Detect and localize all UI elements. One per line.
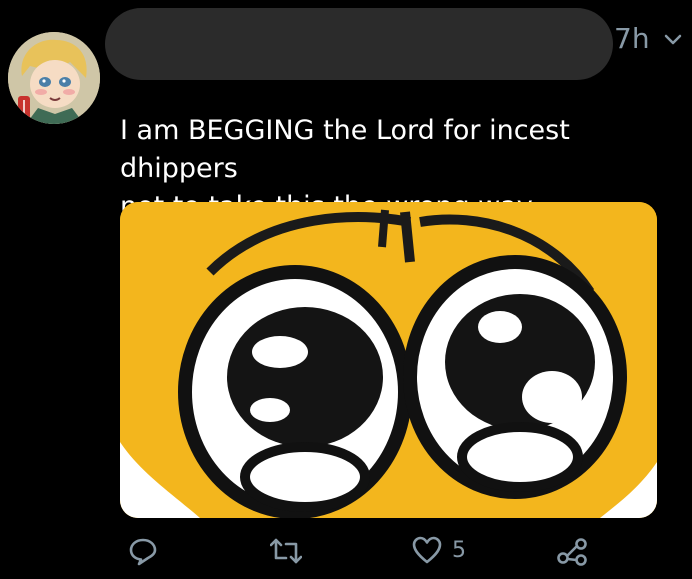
like-button[interactable]: 5 [412,536,466,564]
chevron-down-icon[interactable] [664,34,682,46]
share-icon [557,538,587,566]
heart-icon [412,536,442,564]
tweet-media-image[interactable] [120,202,657,518]
retweet-icon [270,538,302,564]
reply-button[interactable] [128,536,158,566]
crying-eyes-illustration [120,202,657,518]
like-count: 5 [452,537,466,563]
redacted-username [105,8,613,80]
tweet-action-bar: 5 [0,528,692,576]
retweet-button[interactable] [270,536,302,566]
share-button[interactable] [556,536,588,566]
avatar-illustration [8,32,100,124]
tweet-timestamp[interactable]: 7h [614,25,650,53]
user-avatar[interactable] [8,32,100,124]
reply-icon [129,538,157,566]
